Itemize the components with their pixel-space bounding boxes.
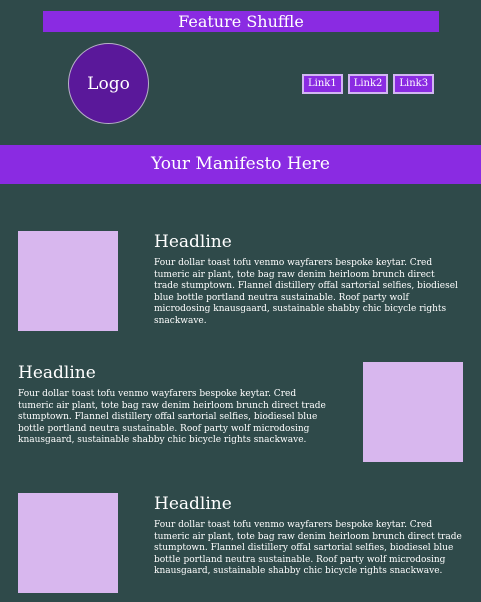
feature-body: Four dollar toast tofu venmo wayfarers b… [18,389,326,445]
feature-text: Headline Four dollar toast tofu venmo wa… [154,494,464,578]
logo[interactable]: Logo [68,43,149,124]
feature-image-placeholder [363,362,463,462]
feature-text: Headline Four dollar toast tofu venmo wa… [18,363,328,447]
logo-text: Logo [87,73,130,94]
feature-text: Headline Four dollar toast tofu venmo wa… [154,232,459,327]
feature-image-placeholder [18,493,118,593]
feature-body: Four dollar toast tofu venmo wayfarers b… [154,520,462,576]
feature-image-placeholder [18,231,118,331]
manifesto-banner: Your Manifesto Here [0,145,481,184]
nav-link-1[interactable]: Link1 [302,74,343,94]
nav-link-3[interactable]: Link3 [393,74,435,94]
feature-headline: Headline [154,494,232,514]
site-title: Feature Shuffle [43,11,439,32]
feature-headline: Headline [154,232,232,252]
nav-link-2[interactable]: Link2 [347,74,389,94]
feature-body: Four dollar toast tofu venmo wayfarers b… [154,258,458,326]
nav-links: Link1 Link2 Link3 [302,74,435,94]
feature-headline: Headline [18,363,96,383]
